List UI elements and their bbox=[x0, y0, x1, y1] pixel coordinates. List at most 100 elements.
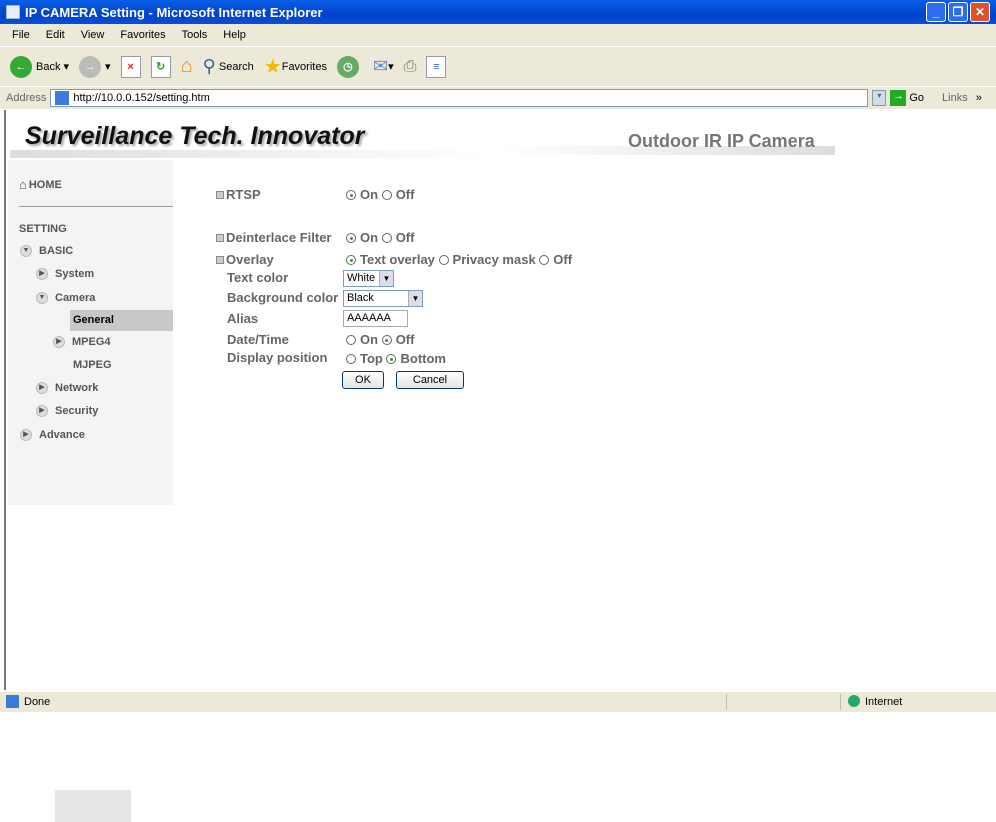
chevron-right-icon[interactable]: » bbox=[976, 92, 982, 104]
back-button[interactable]: ← Back ▾ bbox=[10, 55, 69, 78]
alias-input[interactable]: AAAAAA bbox=[343, 310, 408, 327]
home-label: HOME bbox=[28, 178, 62, 191]
position-label: Display position bbox=[227, 350, 328, 365]
menu-file[interactable]: File bbox=[12, 29, 30, 41]
advance-label: Advance bbox=[39, 429, 85, 441]
chevron-right-icon: ▶ bbox=[36, 268, 48, 280]
datetime-on-radio[interactable] bbox=[346, 335, 356, 345]
datetime-off-label: Off bbox=[395, 332, 415, 347]
rtsp-text: RTSP bbox=[226, 187, 261, 202]
menu-tools[interactable]: Tools bbox=[182, 29, 208, 41]
favorites-label: Favorites bbox=[281, 60, 327, 73]
brand-logo: Surveillance Tech. Innovator bbox=[25, 122, 365, 150]
mail-icon: ✉ bbox=[372, 56, 389, 76]
menu-favorites[interactable]: Favorites bbox=[120, 29, 165, 41]
chevron-right-icon: ▶ bbox=[36, 405, 48, 417]
sidebar-security[interactable]: ▶ Security bbox=[36, 405, 98, 417]
forward-button[interactable]: → ▾ bbox=[79, 55, 111, 78]
sidebar-system[interactable]: ▶ System bbox=[36, 268, 94, 280]
deinterlace-off-radio[interactable] bbox=[381, 233, 392, 243]
search-button[interactable]: ⚲ Search bbox=[203, 56, 254, 77]
mail-button[interactable]: ✉ ▾ bbox=[373, 56, 394, 77]
security-label: Security bbox=[55, 405, 99, 417]
rtsp-on-radio[interactable] bbox=[346, 190, 356, 200]
deinterlace-text: Deinterlace Filter bbox=[226, 230, 332, 245]
star-icon: ★ bbox=[263, 56, 282, 78]
stop-button[interactable]: × bbox=[120, 55, 141, 78]
ie-icon bbox=[6, 5, 20, 19]
position-bottom-radio[interactable] bbox=[386, 354, 397, 364]
status-bar: Done Internet bbox=[0, 692, 996, 712]
printer-icon: ⎙ bbox=[403, 57, 417, 75]
print-button[interactable]: ⎙ bbox=[404, 58, 417, 76]
minimize-button[interactable]: _ bbox=[926, 2, 946, 22]
search-icon: ⚲ bbox=[202, 56, 216, 76]
sidebar-advance[interactable]: ▶ Advance bbox=[20, 429, 85, 441]
home-icon: ⌂ bbox=[180, 55, 193, 77]
overlay-options: Text overlay Privacy mask Off bbox=[346, 252, 572, 267]
favorites-button[interactable]: ★ Favorites bbox=[264, 54, 327, 79]
toolbar: ← Back ▾ → ▾ × ↻ ⌂ ⚲ Search ★ Favorites ◷ ✉… bbox=[0, 46, 996, 86]
maximize-button[interactable]: ❐ bbox=[948, 2, 968, 22]
sidebar-setting: SETTING bbox=[19, 223, 67, 235]
bg-color-select[interactable]: Black ▼ bbox=[343, 290, 423, 307]
divider bbox=[19, 206, 173, 207]
chevron-down-icon: ▼ bbox=[379, 271, 393, 286]
deinterlace-off-label: Off bbox=[395, 230, 415, 245]
position-top-label: Top bbox=[360, 351, 383, 366]
network-label: Network bbox=[55, 382, 99, 394]
edit-button[interactable]: ≡ bbox=[426, 55, 447, 78]
deinterlace-on-radio[interactable] bbox=[346, 233, 356, 243]
menu-view[interactable]: View bbox=[81, 29, 105, 41]
overlay-privacy-radio[interactable] bbox=[438, 255, 449, 265]
go-label: Go bbox=[909, 92, 925, 104]
menu-edit[interactable]: Edit bbox=[46, 29, 65, 41]
close-button[interactable]: ✕ bbox=[970, 2, 990, 22]
text-color-select[interactable]: White ▼ bbox=[343, 270, 394, 287]
history-button[interactable]: ◷ bbox=[336, 55, 363, 78]
refresh-button[interactable]: ↻ bbox=[150, 55, 171, 78]
datetime-off-radio[interactable] bbox=[381, 335, 392, 345]
address-bar: Address http://10.0.0.152/setting.htm ▾ … bbox=[0, 87, 996, 109]
address-url: http://10.0.0.152/setting.htm bbox=[73, 92, 210, 104]
chevron-right-icon: ▶ bbox=[36, 382, 48, 394]
home-icon: ⌂ bbox=[19, 177, 27, 192]
status-panels bbox=[726, 694, 841, 710]
sidebar-basic[interactable]: ▼ BASIC bbox=[20, 245, 73, 257]
home-button[interactable]: ⌂ bbox=[181, 55, 193, 78]
title-bar: IP CAMERA Setting - Microsoft Internet E… bbox=[0, 0, 996, 24]
ok-button[interactable]: OK bbox=[342, 371, 384, 389]
cancel-button[interactable]: Cancel bbox=[396, 371, 464, 389]
go-button[interactable]: → Go bbox=[890, 90, 924, 106]
forward-arrow-icon: → bbox=[79, 55, 102, 78]
address-input[interactable]: http://10.0.0.152/setting.htm bbox=[50, 89, 869, 107]
links-button[interactable]: Links bbox=[942, 92, 968, 104]
address-dropdown-icon[interactable]: ▾ bbox=[872, 90, 887, 106]
back-label: Back bbox=[36, 60, 61, 73]
menu-help[interactable]: Help bbox=[223, 29, 246, 41]
rtsp-on-label: On bbox=[360, 187, 379, 202]
page-icon bbox=[55, 91, 70, 105]
overlay-text-radio[interactable] bbox=[346, 255, 356, 265]
product-title: Outdoor IR IP Camera bbox=[628, 131, 815, 151]
chevron-down-icon: ▼ bbox=[36, 292, 48, 304]
sidebar-mpeg4[interactable]: ▶ MPEG4 bbox=[53, 336, 111, 348]
back-arrow-icon: ← bbox=[10, 55, 32, 78]
bg-color-value: Black bbox=[347, 292, 374, 304]
sidebar-general[interactable]: General bbox=[73, 314, 114, 326]
chevron-right-icon: ▶ bbox=[53, 336, 65, 348]
text-color-value: White bbox=[347, 272, 376, 284]
sidebar-camera[interactable]: ▼ Camera bbox=[36, 292, 95, 304]
overlay-off-radio[interactable] bbox=[539, 255, 550, 265]
rtsp-off-radio[interactable] bbox=[381, 190, 392, 200]
overlay-text-label: Text overlay bbox=[360, 252, 435, 267]
deinterlace-options: On Off bbox=[346, 230, 414, 245]
sidebar-home[interactable]: ⌂ HOME bbox=[19, 177, 62, 192]
sidebar-mjpeg[interactable]: MJPEG bbox=[73, 359, 112, 371]
rtsp-label: RTSP bbox=[216, 187, 261, 202]
globe-icon bbox=[848, 695, 860, 707]
zone-text: Internet bbox=[865, 696, 903, 708]
overlay-label: Overlay bbox=[216, 252, 274, 267]
position-top-radio[interactable] bbox=[346, 354, 356, 364]
sidebar-network[interactable]: ▶ Network bbox=[36, 382, 98, 394]
